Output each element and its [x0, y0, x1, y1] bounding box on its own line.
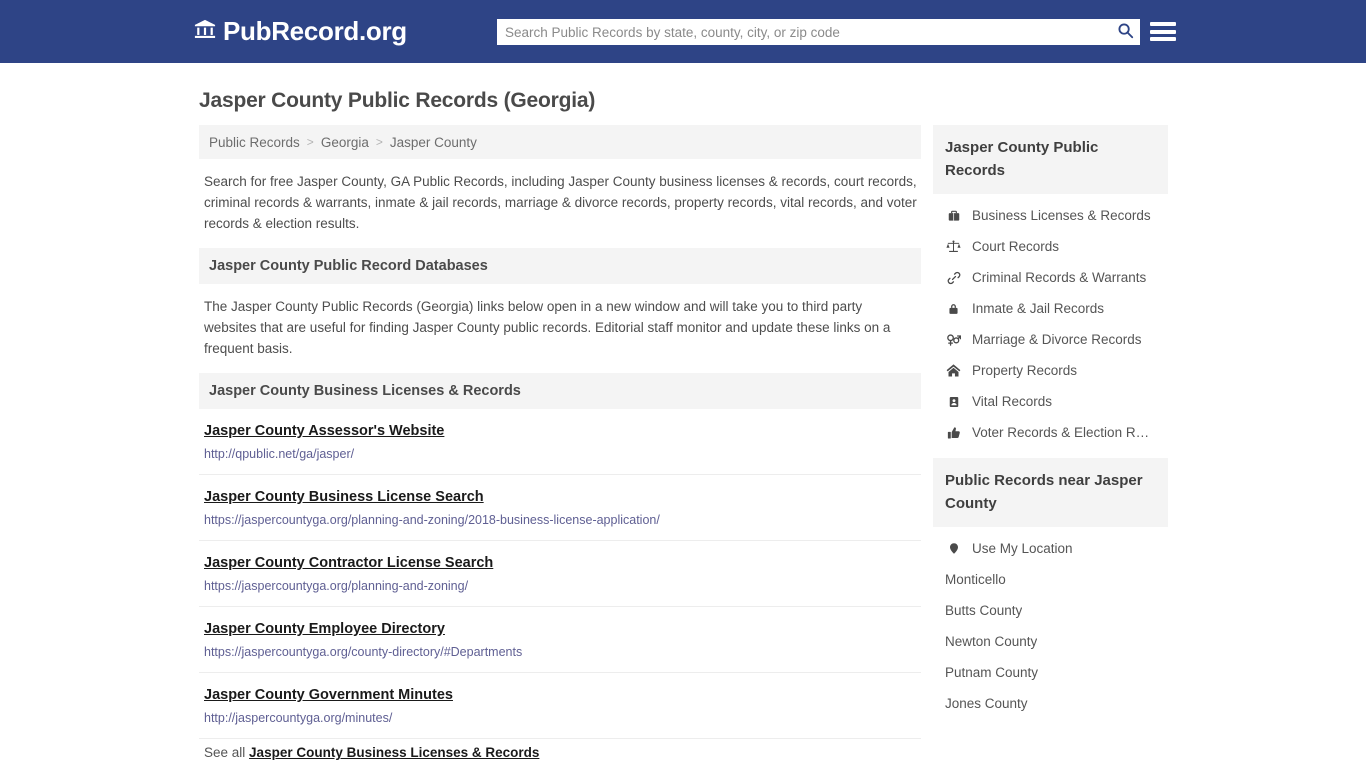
sidebar-item-voter-records[interactable]: Voter Records & Election R… [933, 417, 1168, 448]
section-heading-databases: Jasper County Public Record Databases [199, 248, 921, 284]
bank-icon [194, 18, 216, 45]
briefcase-icon [945, 209, 962, 223]
sidebar-item-label: Newton County [945, 634, 1038, 649]
sidebar-item-label: Monticello [945, 572, 1006, 587]
hamburger-bar [1150, 29, 1176, 34]
breadcrumb-separator: > [375, 135, 383, 149]
breadcrumb-item-georgia[interactable]: Georgia [321, 135, 369, 150]
sidebar-item-property-records[interactable]: Property Records [933, 355, 1168, 386]
sidebar-heading-nearby: Public Records near Jasper County [933, 458, 1168, 527]
sidebar-item-label: Inmate & Jail Records [972, 301, 1105, 316]
breadcrumb: Public Records > Georgia > Jasper County [199, 125, 921, 159]
sidebar-item-label: Business Licenses & Records [972, 208, 1151, 223]
sidebar-nearby-list: Use My Location Monticello Butts County … [933, 527, 1168, 723]
sidebar-item-label: Jones County [945, 696, 1028, 711]
sidebar-item-label: Court Records [972, 239, 1060, 254]
see-all-row: See all Jasper County Business Licenses … [199, 739, 921, 768]
link-row: Jasper County Business License Search ht… [199, 475, 921, 541]
sidebar-item-business-licenses[interactable]: Business Licenses & Records [933, 200, 1168, 231]
sidebar-box-nearby: Public Records near Jasper County Use My… [933, 458, 1168, 723]
lock-icon [945, 302, 962, 316]
venus-mars-icon [945, 332, 962, 347]
sidebar-item-newton-county[interactable]: Newton County [933, 626, 1168, 657]
sidebar-item-jones-county[interactable]: Jones County [933, 688, 1168, 719]
hamburger-bar [1150, 22, 1176, 26]
record-link-url[interactable]: http://qpublic.net/ga/jasper/ [204, 446, 916, 462]
link-row: Jasper County Contractor License Search … [199, 541, 921, 607]
search-bar [497, 19, 1140, 45]
record-link-url[interactable]: http://jaspercountyga.org/minutes/ [204, 710, 916, 726]
site-header: PubRecord.org [0, 0, 1366, 63]
search-button[interactable] [1110, 19, 1140, 45]
sidebar-item-label: Use My Location [972, 541, 1073, 556]
content-columns: Public Records > Georgia > Jasper County… [199, 125, 1172, 768]
breadcrumb-item-jasper-county[interactable]: Jasper County [390, 135, 477, 150]
link-row: Jasper County Employee Directory https:/… [199, 607, 921, 673]
scales-balance-icon [945, 239, 962, 254]
record-link-title[interactable]: Jasper County Business License Search [204, 489, 484, 505]
search-input[interactable] [497, 19, 1110, 45]
brand-logo[interactable]: PubRecord.org [194, 16, 407, 47]
record-link-title[interactable]: Jasper County Government Minutes [204, 687, 453, 703]
record-link-url[interactable]: https://jaspercountyga.org/planning-and-… [204, 578, 916, 594]
sidebar-item-label: Voter Records & Election R… [972, 425, 1150, 440]
record-link-url[interactable]: https://jaspercountyga.org/county-direct… [204, 644, 916, 660]
page-title: Jasper County Public Records (Georgia) [199, 89, 596, 112]
sidebar-heading-records: Jasper County Public Records [933, 125, 1168, 194]
sidebar-item-label: Vital Records [972, 394, 1053, 409]
sidebar-item-label: Property Records [972, 363, 1078, 378]
map-pin-icon [945, 541, 962, 556]
id-badge-icon [945, 395, 962, 409]
sidebar-item-use-my-location[interactable]: Use My Location [933, 533, 1168, 564]
breadcrumb-separator: > [306, 135, 314, 149]
sidebar-records-list: Business Licenses & Records Court Record… [933, 194, 1168, 452]
sidebar-item-inmate-jail-records[interactable]: Inmate & Jail Records [933, 293, 1168, 324]
sidebar-item-criminal-records[interactable]: Criminal Records & Warrants [933, 262, 1168, 293]
sidebar-item-putnam-county[interactable]: Putnam County [933, 657, 1168, 688]
sidebar-item-vital-records[interactable]: Vital Records [933, 386, 1168, 417]
record-link-title[interactable]: Jasper County Assessor's Website [204, 423, 444, 439]
sidebar: Jasper County Public Records Business Li… [933, 125, 1168, 729]
brand-name: PubRecord.org [223, 16, 407, 46]
thumbs-up-icon [945, 426, 962, 440]
sidebar-item-label: Marriage & Divorce Records [972, 332, 1142, 347]
sidebar-item-label: Putnam County [945, 665, 1039, 680]
sidebar-item-court-records[interactable]: Court Records [933, 231, 1168, 262]
sidebar-item-label: Butts County [945, 603, 1023, 618]
search-icon [1117, 22, 1134, 42]
home-icon [945, 363, 962, 378]
page-body: Jasper County Public Records (Georgia) P… [0, 89, 1366, 768]
chain-link-icon [945, 271, 962, 285]
see-all-link[interactable]: Jasper County Business Licenses & Record… [249, 745, 539, 760]
see-all-prefix: See all [204, 745, 246, 760]
link-row: Jasper County Assessor's Website http://… [199, 409, 921, 475]
sidebar-item-marriage-divorce-records[interactable]: Marriage & Divorce Records [933, 324, 1168, 355]
sidebar-item-monticello[interactable]: Monticello [933, 564, 1168, 595]
hamburger-menu-icon[interactable] [1150, 19, 1176, 44]
sidebar-item-butts-county[interactable]: Butts County [933, 595, 1168, 626]
main-column: Public Records > Georgia > Jasper County… [199, 125, 921, 768]
record-link-title[interactable]: Jasper County Employee Directory [204, 621, 445, 637]
intro-summary: Search for free Jasper County, GA Public… [204, 174, 917, 231]
section-heading-business-licenses: Jasper County Business Licenses & Record… [199, 373, 921, 409]
link-row: Jasper County Government Minutes http://… [199, 673, 921, 739]
hamburger-bar [1150, 37, 1176, 41]
record-link-url[interactable]: https://jaspercountyga.org/planning-and-… [204, 512, 916, 528]
record-link-title[interactable]: Jasper County Contractor License Search [204, 555, 493, 571]
breadcrumb-item-public-records[interactable]: Public Records [209, 135, 300, 150]
sidebar-item-label: Criminal Records & Warrants [972, 270, 1147, 285]
databases-description: The Jasper County Public Records (Georgi… [204, 299, 891, 356]
sidebar-box-records: Jasper County Public Records Business Li… [933, 125, 1168, 452]
